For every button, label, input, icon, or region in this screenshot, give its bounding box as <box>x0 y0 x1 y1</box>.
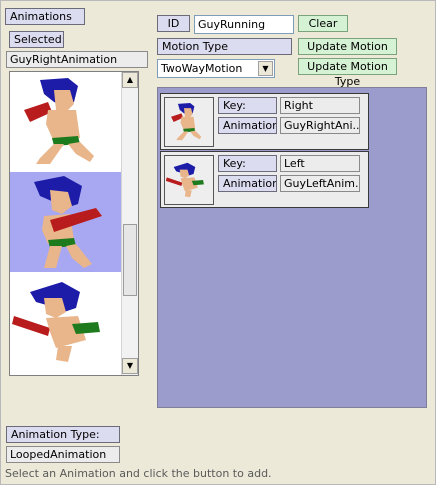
id-label: ID <box>157 15 190 32</box>
update-motion-button[interactable]: Update Motion <box>298 38 397 55</box>
key-label: Key: <box>218 155 277 172</box>
update-motion-type-button[interactable]: Update Motion Type <box>298 58 397 88</box>
guy-idle-sprite-icon <box>34 176 102 268</box>
list-item-guy-idle[interactable] <box>10 172 121 272</box>
motion-entry-right[interactable]: Key: Right Animation: GuyRightAni... <box>160 93 369 150</box>
key-value: Left <box>280 155 360 172</box>
motion-type-label: Motion Type <box>157 38 292 55</box>
key-value: Right <box>280 97 360 114</box>
list-item-guy-right[interactable] <box>10 72 121 172</box>
animation-type-label: Animation Type: <box>6 426 120 443</box>
guy-right-thumb-icon <box>171 102 202 141</box>
motion-type-select-value: TwoWayMotion <box>161 62 243 75</box>
entry-thumbnail <box>164 97 214 147</box>
clear-button[interactable]: Clear <box>298 15 348 32</box>
animation-label: Animation: <box>218 117 277 134</box>
animation-value: GuyLeftAnim... <box>280 175 360 192</box>
animation-type-value: LoopedAnimation <box>6 446 120 463</box>
animation-list[interactable]: ▲ ▼ <box>9 71 139 376</box>
motion-type-select[interactable]: TwoWayMotion ▼ <box>157 59 275 78</box>
entry-thumbnail <box>164 155 214 205</box>
id-input[interactable]: GuyRunning <box>194 15 294 34</box>
animations-header: Animations <box>5 8 85 25</box>
list-item-guy-left[interactable] <box>10 272 121 372</box>
guy-left-thumb-icon <box>165 162 204 198</box>
selected-animation-value: GuyRightAnimation <box>6 51 148 68</box>
status-text: Select an Animation and click the button… <box>5 467 272 480</box>
animation-value: GuyRightAni... <box>280 117 360 134</box>
list-scrollbar[interactable]: ▲ ▼ <box>121 72 138 375</box>
animation-label: Animation: <box>218 175 277 192</box>
chevron-down-icon[interactable]: ▼ <box>258 61 273 76</box>
scroll-down-arrow-icon[interactable]: ▼ <box>122 358 138 374</box>
selected-label: Selected: <box>9 31 64 48</box>
guy-left-sprite-icon <box>12 282 100 362</box>
scroll-thumb[interactable] <box>123 224 137 296</box>
guy-right-sprite-icon <box>24 78 94 164</box>
motion-entry-left[interactable]: Key: Left Animation: GuyLeftAnim... <box>160 151 369 208</box>
scroll-up-arrow-icon[interactable]: ▲ <box>122 72 138 88</box>
motion-entries-panel: Key: Right Animation: GuyRightAni... Key… <box>157 87 427 408</box>
key-label: Key: <box>218 97 277 114</box>
